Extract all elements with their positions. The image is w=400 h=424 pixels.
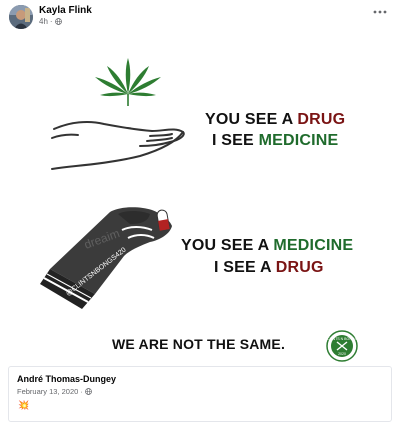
meta-separator: · [49, 17, 53, 26]
line2-word: MEDICINE [258, 132, 339, 149]
post-time[interactable]: 4h [39, 17, 48, 26]
globe-icon [54, 18, 62, 25]
shared-post-author[interactable]: André Thomas-Dungey [17, 374, 116, 384]
line2-prefix: I SEE [212, 132, 259, 149]
author-name[interactable]: Kayla Flink [39, 5, 92, 16]
author-avatar[interactable] [9, 5, 33, 29]
avatar-image [9, 5, 33, 29]
shared-post-card[interactable]: André Thomas-Dungey February 13, 2020 · … [8, 366, 392, 422]
line3-word: MEDICINE [273, 237, 354, 254]
meme-illustration: dreaim @CLINTSNBONGS420 CLINTS N BONGS 2… [40, 58, 358, 362]
more-options-button[interactable] [372, 6, 388, 18]
more-options-icon [373, 10, 387, 14]
badge-text: CLINTS N BONGS [327, 337, 357, 341]
dark-hand-icon [40, 207, 172, 309]
line3-prefix: YOU SEE A [181, 237, 274, 254]
post-card: Kayla Flink 4h · dreaim @CLINTSNBONGS420… [0, 0, 400, 424]
meme-slogan: WE ARE NOT THE SAME. [112, 336, 286, 352]
open-hand-icon [51, 120, 185, 170]
badge-logo: CLINTS N BONGS 2020 [326, 330, 358, 362]
cannabis-leaf-icon [95, 58, 161, 106]
line1-word: DRUG [297, 111, 346, 128]
line4-word: DRUG [275, 259, 324, 276]
shared-meta-separator: · [80, 387, 83, 396]
shared-post-date[interactable]: February 13, 2020 [17, 387, 78, 396]
post-image[interactable]: dreaim @CLINTSNBONGS420 CLINTS N BONGS 2… [0, 34, 400, 364]
post-meta: 4h · [39, 17, 62, 26]
globe-icon [84, 388, 92, 395]
meme-line-4: I SEE A DRUG [214, 259, 324, 277]
meme-line-2: I SEE MEDICINE [212, 132, 338, 150]
badge-year: 2020 [338, 352, 346, 356]
collision-emoji-icon: 💥 [18, 400, 30, 410]
meme-line-1: YOU SEE A DRUG [205, 111, 345, 129]
line4-prefix: I SEE A [214, 259, 276, 276]
line1-prefix: YOU SEE A [205, 111, 298, 128]
shared-post-meta: February 13, 2020 · [17, 387, 92, 396]
meme-line-3: YOU SEE A MEDICINE [181, 237, 353, 255]
post-header: Kayla Flink 4h · [0, 0, 400, 32]
